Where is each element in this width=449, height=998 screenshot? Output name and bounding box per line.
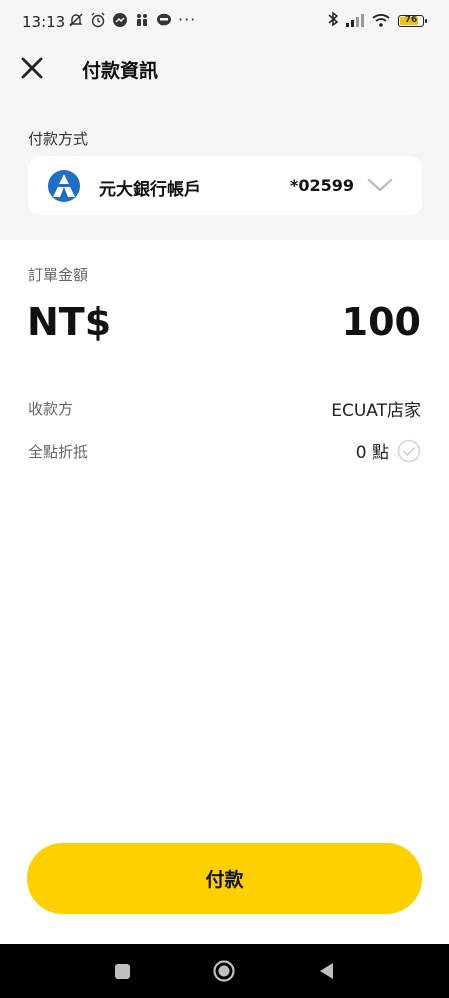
pay-button[interactable]: 付款 [27,843,422,914]
people-icon [134,12,150,28]
back-button[interactable] [317,961,335,981]
bank-logo-icon [48,170,80,202]
payee-label: 收款方 [28,400,74,418]
home-button[interactable] [213,960,235,982]
close-icon [21,57,43,79]
more-notifications-indicator: ··· [178,10,197,29]
recent-apps-button[interactable] [115,964,130,979]
navigation-bar [0,944,449,998]
points-value: 0 點 [355,443,389,463]
page-title: 付款資訊 [82,60,159,82]
status-bar: 13:13 ··· 76 [0,0,449,44]
signal-icon [346,12,364,31]
battery-percent: 76 [404,15,418,25]
close-button[interactable] [18,54,46,82]
wifi-icon [372,12,390,31]
points-redemption-row: 0 點 [356,438,421,463]
payee-value: ECUAT店家 [331,401,421,421]
bank-name: 元大銀行帳戶 [99,180,201,200]
order-amount-value: 100 [341,300,421,344]
account-number: *02599 [290,176,355,195]
notification-icons [68,12,172,28]
payment-method-label: 付款方式 [28,130,89,148]
line-icon [156,12,172,28]
alarm-icon [90,12,106,28]
battery-icon: 76 [398,15,427,27]
muted-notification-icon [68,12,84,28]
chevron-down-icon [367,178,393,192]
currency-label: NT$ [27,300,112,344]
messenger-icon [112,12,128,28]
points-redemption-label: 全點折抵 [28,443,89,461]
order-amount-label: 訂單金額 [28,266,89,284]
points-checkbox-icon[interactable] [397,439,421,463]
system-status: 76 [328,11,427,31]
status-time: 13:13 [22,13,66,31]
header: 付款資訊 [0,44,449,92]
payment-method-selector[interactable]: 元大銀行帳戶 *02599 [28,156,422,215]
bluetooth-icon [328,11,339,31]
